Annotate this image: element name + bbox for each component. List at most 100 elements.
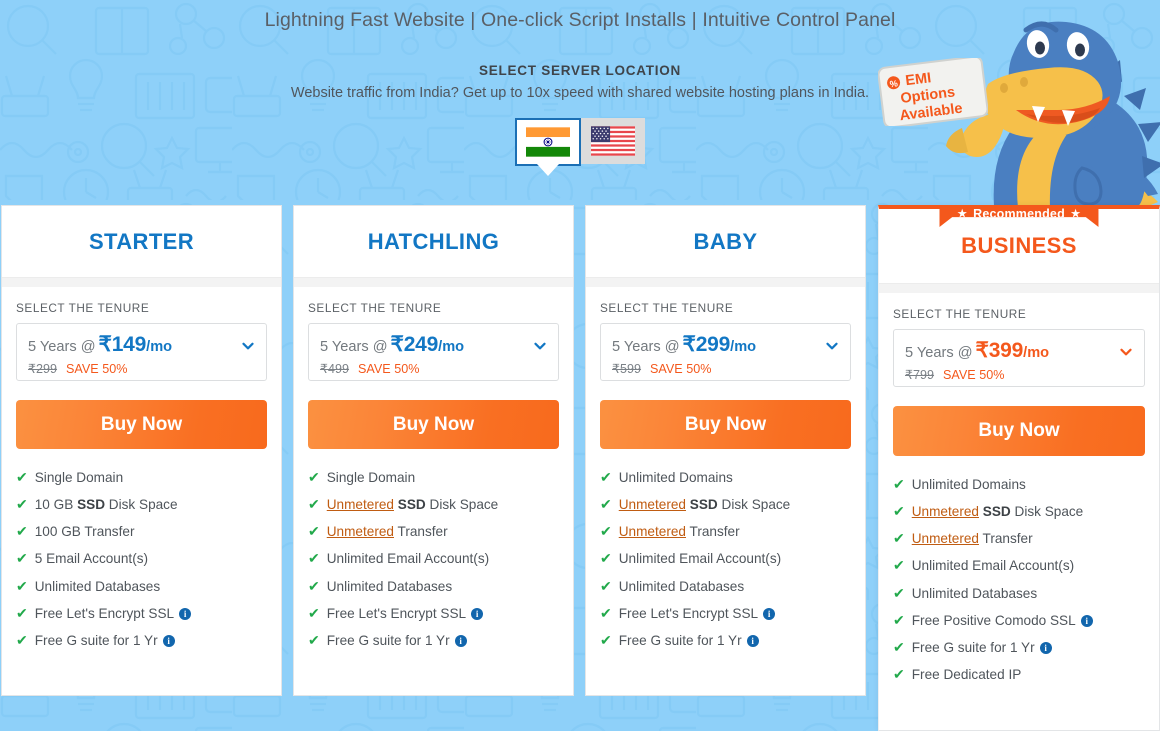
plan-name: BABY [693,228,758,254]
plan-features-list: ✔ Single Domain ✔ Unmetered SSD Disk Space ✔… [308,470,559,648]
tenure-price-line: 5 Years @ ₹299/mo [612,332,839,357]
emi-badge-line1: EMI [905,70,933,89]
plan-feature-text: Unlimited Email Account(s) [618,551,782,567]
flag-option-usa[interactable] [581,118,645,164]
plan-name: HATCHLING [367,228,500,254]
check-icon: ✔ [16,523,28,540]
plan-feature-item: ✔ Unmetered Transfer [308,524,559,540]
plan-feature-text: Unlimited Domains [911,477,1026,492]
tenure-discount-line: ₹499 SAVE 50% [320,360,547,378]
check-icon: ✔ [893,638,905,655]
chevron-down-icon[interactable] [534,340,546,352]
plan-feature-item: ✔ Unlimited Email Account(s) [308,551,559,567]
plan-feature-text: Single Domain [34,470,124,485]
plan-feature-item: ✔ Unlimited Email Account(s) [893,558,1145,574]
plan-feature-text: Free Dedicated IP [911,666,1022,682]
plan-feature-text: Free Let's Encrypt SSL i [327,606,484,622]
plan-feature-text: Free Let's Encrypt SSL i [35,606,192,622]
check-icon: ✔ [600,469,612,485]
svg-text:%: % [889,78,898,89]
plan-feature-item: ✔ Unmetered Transfer [600,524,851,540]
plan-feature-text: Unmetered Transfer [911,531,1033,547]
flag-option-india[interactable] [515,118,581,166]
tenure-at-symbol: @ [957,345,973,361]
chevron-down-icon[interactable] [242,340,254,352]
plan-old-price: ₹299 [28,362,58,376]
tenure-label: SELECT THE TENURE [893,307,1027,321]
plan-feature-text: 5 Email Account(s) [34,551,149,567]
plan-old-price: ₹799 [905,368,935,382]
info-icon[interactable]: i [1080,614,1093,627]
plan-feature-text: Free G suite for 1 Yr i [912,640,1052,656]
tenure-price-line: 5 Years @ ₹149/mo [28,332,255,357]
tenure-at-symbol: @ [664,339,680,355]
buy-now-button[interactable]: Buy Now [893,406,1145,456]
plan-feature-text: 10 GB SSD Disk Space [34,497,178,513]
header-divider [294,277,573,287]
info-icon[interactable]: i [179,607,192,620]
plan-feature-item: ✔ 100 GB Transfer [16,524,267,540]
info-icon[interactable]: i [763,607,776,620]
plan-feature-item: ✔ Free G suite for 1 Yr i [308,633,559,649]
plan-feature-item: ✔ Free G suite for 1 Yr i [16,633,267,649]
plan-feature-text: Unmetered SSD Disk Space [326,497,499,513]
tenure-discount-line: ₹599 SAVE 50% [612,360,839,378]
check-icon: ✔ [893,611,905,628]
info-icon[interactable]: i [471,607,484,620]
tenure-at-symbol: @ [80,339,96,355]
tenure-price-line: 5 Years @ ₹249/mo [320,332,547,357]
check-icon: ✔ [893,503,905,520]
plan-feature-item: ✔ Unlimited Email Account(s) [600,551,851,567]
plan-feature-item: ✔ Unlimited Databases [600,577,851,595]
buy-now-button[interactable]: Buy Now [600,400,851,449]
tenure-select[interactable]: 5 Years @ ₹149/mo ₹299 SAVE 50% [16,323,267,381]
tenure-select[interactable]: 5 Years @ ₹399/mo ₹799 SAVE 50% [893,329,1145,387]
check-icon: ✔ [600,604,612,621]
plan-name: STARTER [88,228,195,254]
plan-feature-item: ✔ Single Domain [16,470,267,486]
plan-save-badge: SAVE 50% [358,362,420,376]
tenure-select[interactable]: 5 Years @ ₹249/mo ₹499 SAVE 50% [308,323,559,381]
plan-header: STARTER [2,206,281,277]
check-icon: ✔ [308,550,320,567]
pricing-plans-container: STARTER SELECT THE TENURE 5 Years @ ₹149/mo ₹… [0,205,1160,731]
plan-feature-text: 100 GB Transfer [34,524,135,540]
plan-feature-item: ✔ Unlimited Databases [16,578,267,595]
check-icon: ✔ [308,523,320,540]
plan-card-baby: BABY SELECT THE TENURE 5 Years @ ₹299/mo ₹599… [585,205,866,696]
chevron-down-icon[interactable] [1120,346,1132,358]
plan-name: BUSINESS [961,233,1077,258]
tenure-years: 5 Years [612,339,661,355]
check-icon: ✔ [16,496,28,513]
info-icon[interactable]: i [162,634,175,647]
plan-feature-item: ✔ Unmetered SSD Disk Space [308,497,559,513]
plan-feature-item: ✔ Unmetered SSD Disk Space [600,497,851,513]
plan-price: ₹149 [98,333,147,356]
plan-feature-item: ✔ Unlimited Databases [893,584,1145,602]
check-icon: ✔ [600,523,612,540]
check-icon: ✔ [893,584,905,601]
buy-now-button[interactable]: Buy Now [308,400,559,449]
plan-price: ₹249 [390,333,439,356]
plan-body: SELECT THE TENURE 5 Years @ ₹249/mo ₹499 SAVE… [294,301,573,648]
plan-price-period: /mo [438,339,465,355]
check-icon: ✔ [600,577,612,594]
info-icon[interactable]: i [1039,641,1052,654]
check-icon: ✔ [893,557,905,574]
tenure-discount-line: ₹299 SAVE 50% [28,360,255,378]
india-flag-icon [526,127,570,157]
plan-feature-item: ✔ Single Domain [308,470,559,486]
check-icon: ✔ [16,631,28,648]
check-icon: ✔ [893,665,905,682]
buy-now-button[interactable]: Buy Now [16,400,267,449]
chevron-down-icon[interactable] [826,340,838,352]
plan-feature-text: Unlimited Databases [618,578,745,594]
info-icon[interactable]: i [746,634,759,647]
tenure-label: SELECT THE TENURE [16,301,150,315]
plan-save-badge: SAVE 50% [943,368,1005,382]
info-icon[interactable]: i [454,634,467,647]
plan-price-period: /mo [1023,345,1050,361]
plan-feature-text: Unlimited Email Account(s) [326,551,490,567]
check-icon: ✔ [893,530,905,547]
tenure-select[interactable]: 5 Years @ ₹299/mo ₹599 SAVE 50% [600,323,851,381]
